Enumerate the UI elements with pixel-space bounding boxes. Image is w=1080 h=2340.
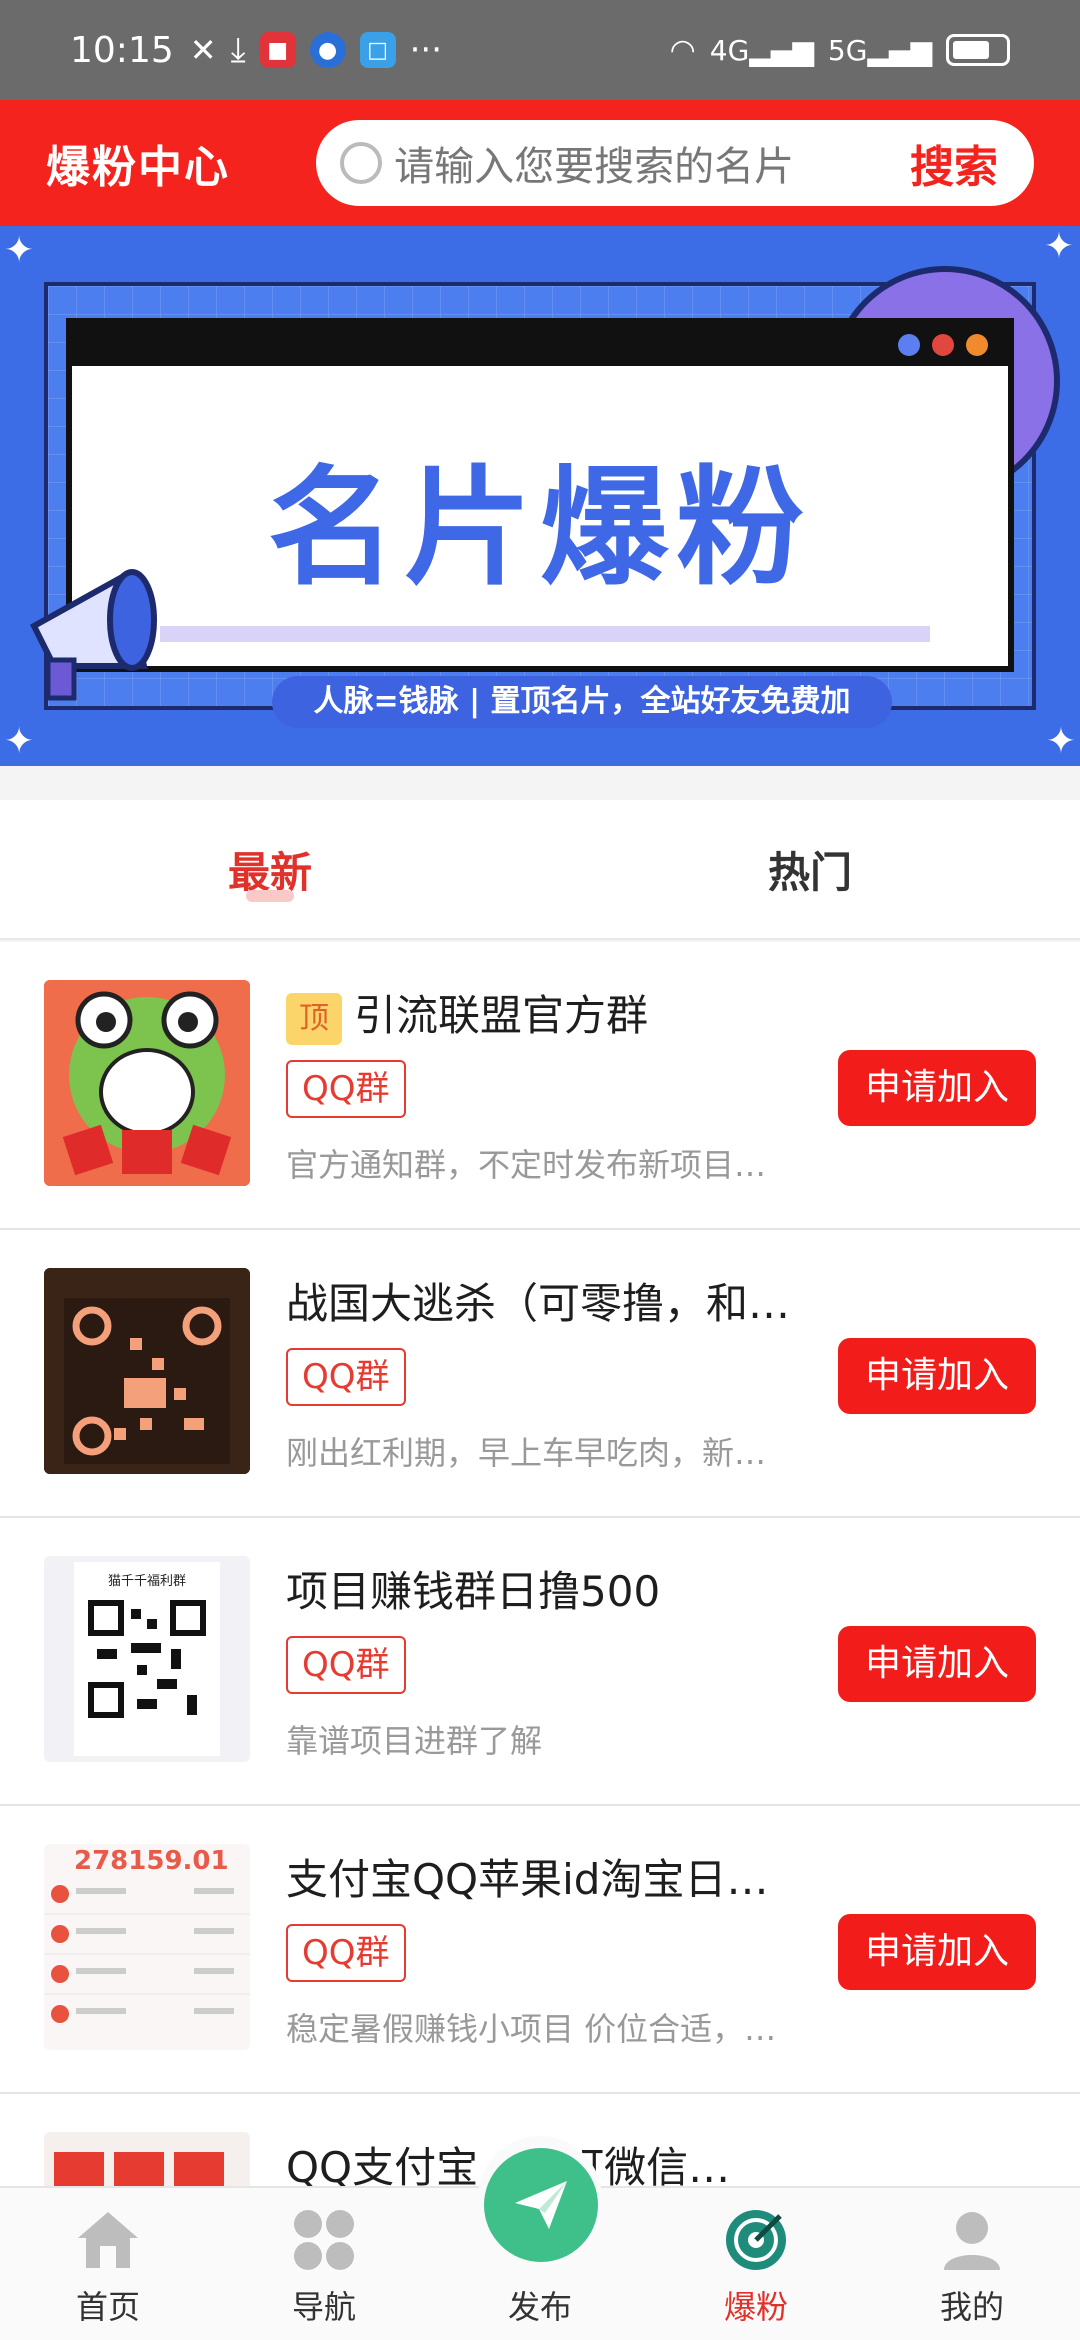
status-bar: 10:15 ✕ ⤓ ■ ● □ ··· ◠ 4G▂▄▆ 5G▂▄▆ [0, 0, 1080, 100]
nav-me[interactable]: 我的 [864, 2188, 1080, 2340]
list-item[interactable]: 278159.01 支付宝QQ苹果id淘宝日… QQ群 稳定暑假赚钱小项目 价位… [0, 1806, 1080, 2094]
qr-card: 猫千千福利群 [74, 1562, 220, 1756]
promo-banner[interactable]: ✦ ✦ ✦ ✦ 名片爆粉 人脉=钱脉 | 置顶名片，全站好友免费加 [0, 226, 1080, 766]
qr-card-title: 猫千千福利群 [107, 1574, 186, 1589]
wifi-icon: ◠ [669, 32, 696, 68]
receipt-amount: 278159.01 [74, 1846, 229, 1876]
join-button[interactable]: 申请加入 [838, 1626, 1036, 1702]
item-tag: QQ群 [286, 1060, 406, 1118]
list-item[interactable]: 顶引流联盟官方群 QQ群 官方通知群，不定时发布新项目… 申请加入 [0, 942, 1080, 1230]
signal-4g-icon: 4G▂▄▆ [709, 33, 814, 67]
signal-5g-icon: 5G▂▄▆ [827, 33, 932, 67]
page-title: 爆粉中心 [46, 142, 230, 193]
grid-icon [294, 2210, 354, 2270]
search-bar[interactable]: 请输入您要搜索的名片 搜索 [316, 120, 1034, 206]
net-label-4g: 4G [709, 33, 750, 67]
item-desc: 靠谱项目进群了解 [286, 1722, 543, 1760]
nav-guide[interactable]: 导航 [216, 2188, 432, 2340]
receipt-list-icon [44, 1885, 250, 2023]
join-button[interactable]: 申请加入 [838, 1050, 1036, 1126]
paper-plane-icon [515, 2181, 567, 2229]
sparkle-icon: ✦ [4, 230, 35, 271]
status-time: 10:15 [70, 29, 174, 71]
banner-headline: 名片爆粉 [267, 454, 812, 603]
banner-card: 名片爆粉 人脉=钱脉 | 置顶名片，全站好友免费加 [66, 318, 1014, 728]
join-button[interactable]: 申请加入 [838, 1914, 1036, 1990]
tab-latest[interactable]: 最新 [0, 800, 540, 938]
item-tag: QQ群 [286, 1636, 406, 1694]
target-icon [726, 2210, 786, 2270]
card-list: 顶引流联盟官方群 QQ群 官方通知群，不定时发布新项目… 申请加入 战国大逃杀（… [0, 942, 1080, 2340]
sparkle-icon: ✦ [4, 721, 35, 762]
status-notification-icons: ✕ ⤓ ■ ● □ ··· [190, 30, 442, 70]
sparkle-icon: ✦ [1043, 226, 1074, 267]
item-desc: 刚出红利期，早上车早吃肉，新… [286, 1434, 767, 1472]
window-dot-icon [966, 334, 988, 356]
search-button[interactable]: 搜索 [910, 131, 998, 195]
bottom-navigation: 首页 导航 发布 爆粉 我的 [0, 2136, 1080, 2340]
item-thumbnail: 278159.01 [44, 1844, 250, 2050]
item-title: 顶引流联盟官方群 [286, 982, 842, 1045]
item-thumbnail [44, 1268, 250, 1474]
pinned-badge: 顶 [286, 992, 342, 1045]
item-desc: 稳定暑假赚钱小项目 价位合适，… [286, 2010, 777, 2048]
app-chat-icon: □ [359, 32, 396, 68]
item-tag: QQ群 [286, 1348, 406, 1406]
nav-label: 首页 [75, 2288, 140, 2326]
app-blue-icon: ● [309, 32, 346, 68]
missed-call-icon: ✕ [189, 31, 217, 69]
list-tabs: 最新 热门 [0, 800, 1080, 940]
item-title-text: 引流联盟官方群 [354, 991, 649, 1040]
banner-underline [160, 626, 930, 642]
more-icon: ··· [409, 30, 443, 70]
window-dot-icon [898, 334, 920, 356]
banner-slogan: 人脉=钱脉 | 置顶名片，全站好友免费加 [272, 676, 892, 728]
nav-label: 爆粉 [723, 2288, 788, 2326]
join-button[interactable]: 申请加入 [838, 1338, 1036, 1414]
top-header: 爆粉中心 请输入您要搜索的名片 搜索 [0, 100, 1080, 226]
megaphone-icon [30, 569, 157, 701]
qr-code-icon [44, 1268, 250, 1474]
download-icon: ⤓ [230, 30, 246, 70]
publish-button[interactable] [484, 2148, 598, 2262]
net-label-5g: 5G [827, 33, 868, 67]
item-tag: QQ群 [286, 1924, 406, 1982]
list-item[interactable]: 猫千千福利群 项目赚钱群日撸500 QQ群 靠谱项目进群了解 申请加入 [0, 1518, 1080, 1806]
sparkle-icon: ✦ [1045, 721, 1076, 762]
list-item[interactable]: 战国大逃杀（可零撸，和… QQ群 刚出红利期，早上车早吃肉，新… 申请加入 [0, 1230, 1080, 1518]
search-input[interactable]: 请输入您要搜索的名片 [394, 134, 910, 192]
window-dot-icon [932, 334, 954, 356]
item-title: 项目赚钱群日撸500 [286, 1567, 661, 1616]
search-icon [340, 142, 383, 184]
home-icon [78, 2212, 138, 2268]
item-thumbnail: 猫千千福利群 [44, 1556, 250, 1762]
item-title: 支付宝QQ苹果id淘宝日… [286, 1855, 769, 1904]
battery-icon [946, 34, 1010, 66]
frog-avatar-icon [44, 980, 250, 1186]
user-icon [944, 2212, 1000, 2270]
nav-fans[interactable]: 爆粉 [648, 2188, 864, 2340]
nav-label: 导航 [291, 2288, 356, 2326]
tab-hot[interactable]: 热门 [540, 800, 1080, 938]
banner-card-topbar [72, 324, 1008, 366]
qr-code-icon [87, 1599, 207, 1719]
item-desc: 官方通知群，不定时发布新项目… [286, 1146, 767, 1184]
nav-label: 发布 [507, 2288, 572, 2326]
item-title: 战国大逃杀（可零撸，和… [286, 1279, 791, 1328]
nav-home[interactable]: 首页 [0, 2188, 216, 2340]
item-thumbnail [44, 980, 250, 1186]
nav-label: 我的 [939, 2288, 1004, 2326]
app-red-icon: ■ [259, 32, 296, 68]
